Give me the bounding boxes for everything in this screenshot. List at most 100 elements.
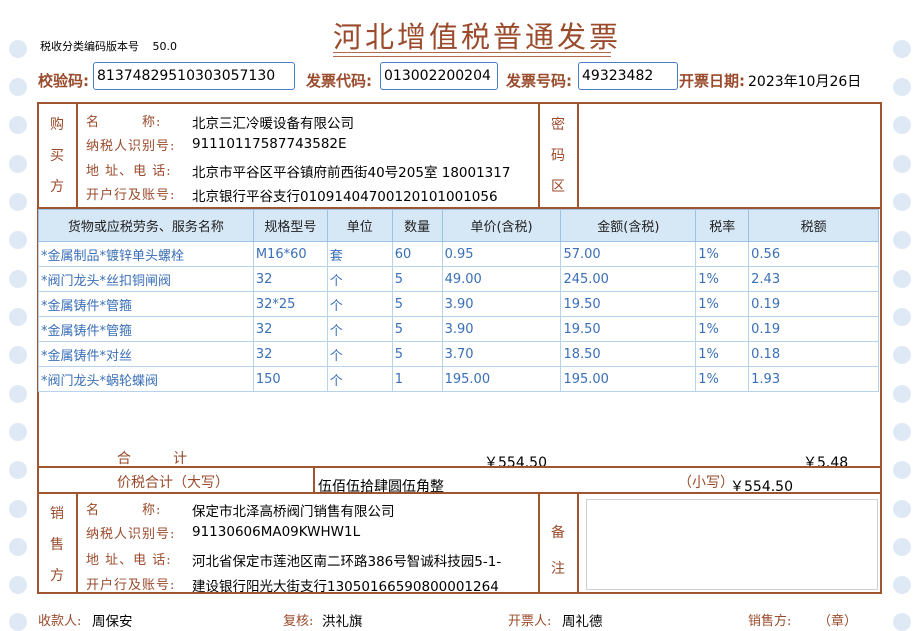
table-row[interactable]: *金属铸件*管箍 32 个 5 3.90 19.50 1% 0.19 bbox=[38, 316, 879, 342]
buyer-char: 买 bbox=[50, 148, 64, 164]
cell-amount: 245.00 bbox=[560, 266, 697, 292]
table-row[interactable]: *阀门龙头*丝扣铜闸阀 32 个 5 49.00 245.00 1% 2.43 bbox=[38, 266, 879, 292]
cell-spec: 32 bbox=[252, 316, 328, 342]
seller-char: 销 bbox=[50, 506, 64, 522]
cell-spec: 32 bbox=[252, 341, 328, 367]
punch-hole bbox=[893, 193, 911, 211]
cell-qty: 5 bbox=[391, 291, 443, 317]
total-upper: 伍佰伍拾肆圆伍角整 bbox=[318, 479, 444, 495]
col-header-qty: 数量 bbox=[391, 209, 443, 242]
punch-hole bbox=[9, 538, 27, 556]
cell-tax: 1.93 bbox=[748, 366, 879, 392]
cell-qty: 1 bbox=[391, 366, 443, 392]
cipher-char: 区 bbox=[551, 179, 565, 195]
seller-name: 保定市北泽高桥阀门销售有限公司 bbox=[192, 504, 395, 520]
punch-hole bbox=[893, 385, 911, 403]
remarks-char: 注 bbox=[551, 561, 565, 577]
cell-qty: 5 bbox=[391, 266, 443, 292]
punch-hole bbox=[9, 116, 27, 134]
punch-hole bbox=[893, 40, 911, 58]
cell-tax: 0.19 bbox=[748, 291, 879, 317]
cell-tax: 0.19 bbox=[748, 316, 879, 342]
cell-unit: 个 bbox=[326, 266, 393, 292]
cell-price: 3.70 bbox=[441, 341, 562, 367]
seal-text: （章） bbox=[818, 614, 858, 629]
cell-qty: 5 bbox=[391, 341, 443, 367]
punch-hole bbox=[9, 576, 27, 594]
cell-price: 49.00 bbox=[441, 266, 562, 292]
cell-amount: 18.50 bbox=[560, 341, 697, 367]
remarks-field[interactable] bbox=[586, 499, 878, 590]
punch-hole bbox=[893, 155, 911, 173]
title-underline bbox=[333, 52, 611, 53]
table-row[interactable]: *金属制品*镀锌单头螺栓 M16*60 套 60 0.95 57.00 1% 0… bbox=[38, 241, 879, 267]
col-header-unit: 单位 bbox=[326, 209, 393, 242]
cell-name: *阀门龙头*丝扣铜闸阀 bbox=[38, 266, 254, 292]
payee: 周保安 bbox=[92, 614, 133, 630]
invoice-date: 2023年10月26日 bbox=[748, 74, 862, 90]
version-value: 50.0 bbox=[152, 40, 178, 53]
punch-hole bbox=[9, 346, 27, 364]
buyer-address: 北京市平谷区平谷镇府前西街40号205室 18001317 bbox=[192, 165, 511, 181]
cell-spec: M16*60 bbox=[252, 241, 328, 267]
invoice-code-label: 发票代码: bbox=[306, 72, 372, 90]
check-code-field[interactable] bbox=[93, 62, 295, 90]
drawer-label: 开票人: bbox=[508, 614, 552, 629]
seller-section-label: 销 售 方 bbox=[38, 499, 76, 592]
payee-label: 收款人: bbox=[38, 614, 82, 629]
col-header-rate: 税率 bbox=[695, 209, 750, 242]
invoice-number-label: 发票号码: bbox=[506, 72, 572, 90]
punch-hole bbox=[9, 385, 27, 403]
col-header-tax: 税额 bbox=[748, 209, 879, 242]
punch-hole bbox=[9, 270, 27, 288]
punch-hole bbox=[893, 78, 911, 96]
cell-rate: 1% bbox=[695, 266, 750, 292]
divider bbox=[76, 492, 78, 594]
reviewer-label: 复核: bbox=[283, 614, 314, 629]
table-row[interactable]: *金属铸件*对丝 32 个 5 3.70 18.50 1% 0.18 bbox=[38, 341, 879, 367]
cipher-section-label: 密 码 区 bbox=[539, 110, 577, 203]
punch-hole bbox=[9, 500, 27, 518]
divider bbox=[313, 466, 315, 493]
punch-hole bbox=[893, 576, 911, 594]
subtotal-amount: ￥554.50 bbox=[484, 455, 547, 471]
subtotal-label: 合 计 bbox=[117, 451, 187, 467]
cell-unit: 个 bbox=[326, 366, 393, 392]
table-row[interactable]: *金属铸件*管箍 32*25 个 5 3.90 19.50 1% 0.19 bbox=[38, 291, 879, 317]
invoice-code-field[interactable] bbox=[380, 62, 498, 90]
punch-hole bbox=[9, 155, 27, 173]
cell-amount: 57.00 bbox=[560, 241, 697, 267]
version-row: 税收分类编码版本号 50.0 bbox=[40, 38, 177, 54]
total-small-label: （小写） bbox=[678, 475, 734, 491]
punch-hole bbox=[9, 423, 27, 441]
invoice-number-field[interactable] bbox=[578, 62, 678, 90]
seller-seal-label: 销售方: bbox=[748, 614, 792, 629]
reviewer: 洪礼旗 bbox=[322, 614, 363, 630]
punch-hole bbox=[9, 78, 27, 96]
table-row[interactable]: *阀门龙头*蜗轮蝶阀 150 个 1 195.00 195.00 1% 1.93 bbox=[38, 366, 879, 392]
buyer-char: 方 bbox=[50, 179, 64, 195]
buyer-bank-label: 开户行及账号: bbox=[86, 188, 176, 203]
punch-hole bbox=[893, 500, 911, 518]
punch-hole bbox=[9, 193, 27, 211]
seller-name-label: 名 称: bbox=[86, 503, 162, 518]
cipher-char: 码 bbox=[551, 148, 565, 164]
divider bbox=[577, 492, 579, 594]
punch-hole bbox=[893, 231, 911, 249]
seller-tax-id: 91130606MA09KWHW1L bbox=[192, 524, 361, 540]
cell-qty: 60 bbox=[391, 241, 443, 267]
punch-hole bbox=[893, 613, 911, 631]
cell-price: 195.00 bbox=[441, 366, 562, 392]
cell-spec: 32 bbox=[252, 266, 328, 292]
buyer-name-label: 名 称: bbox=[86, 115, 162, 130]
remarks-section-label: 备 注 bbox=[539, 515, 577, 587]
punch-hole bbox=[9, 308, 27, 326]
col-header-price: 单价(含税) bbox=[441, 209, 562, 242]
punch-hole bbox=[9, 613, 27, 631]
punch-hole bbox=[893, 461, 911, 479]
cell-unit: 个 bbox=[326, 341, 393, 367]
cell-unit: 个 bbox=[326, 291, 393, 317]
cell-rate: 1% bbox=[695, 291, 750, 317]
seller-char: 方 bbox=[50, 568, 64, 584]
punch-hole bbox=[893, 538, 911, 556]
